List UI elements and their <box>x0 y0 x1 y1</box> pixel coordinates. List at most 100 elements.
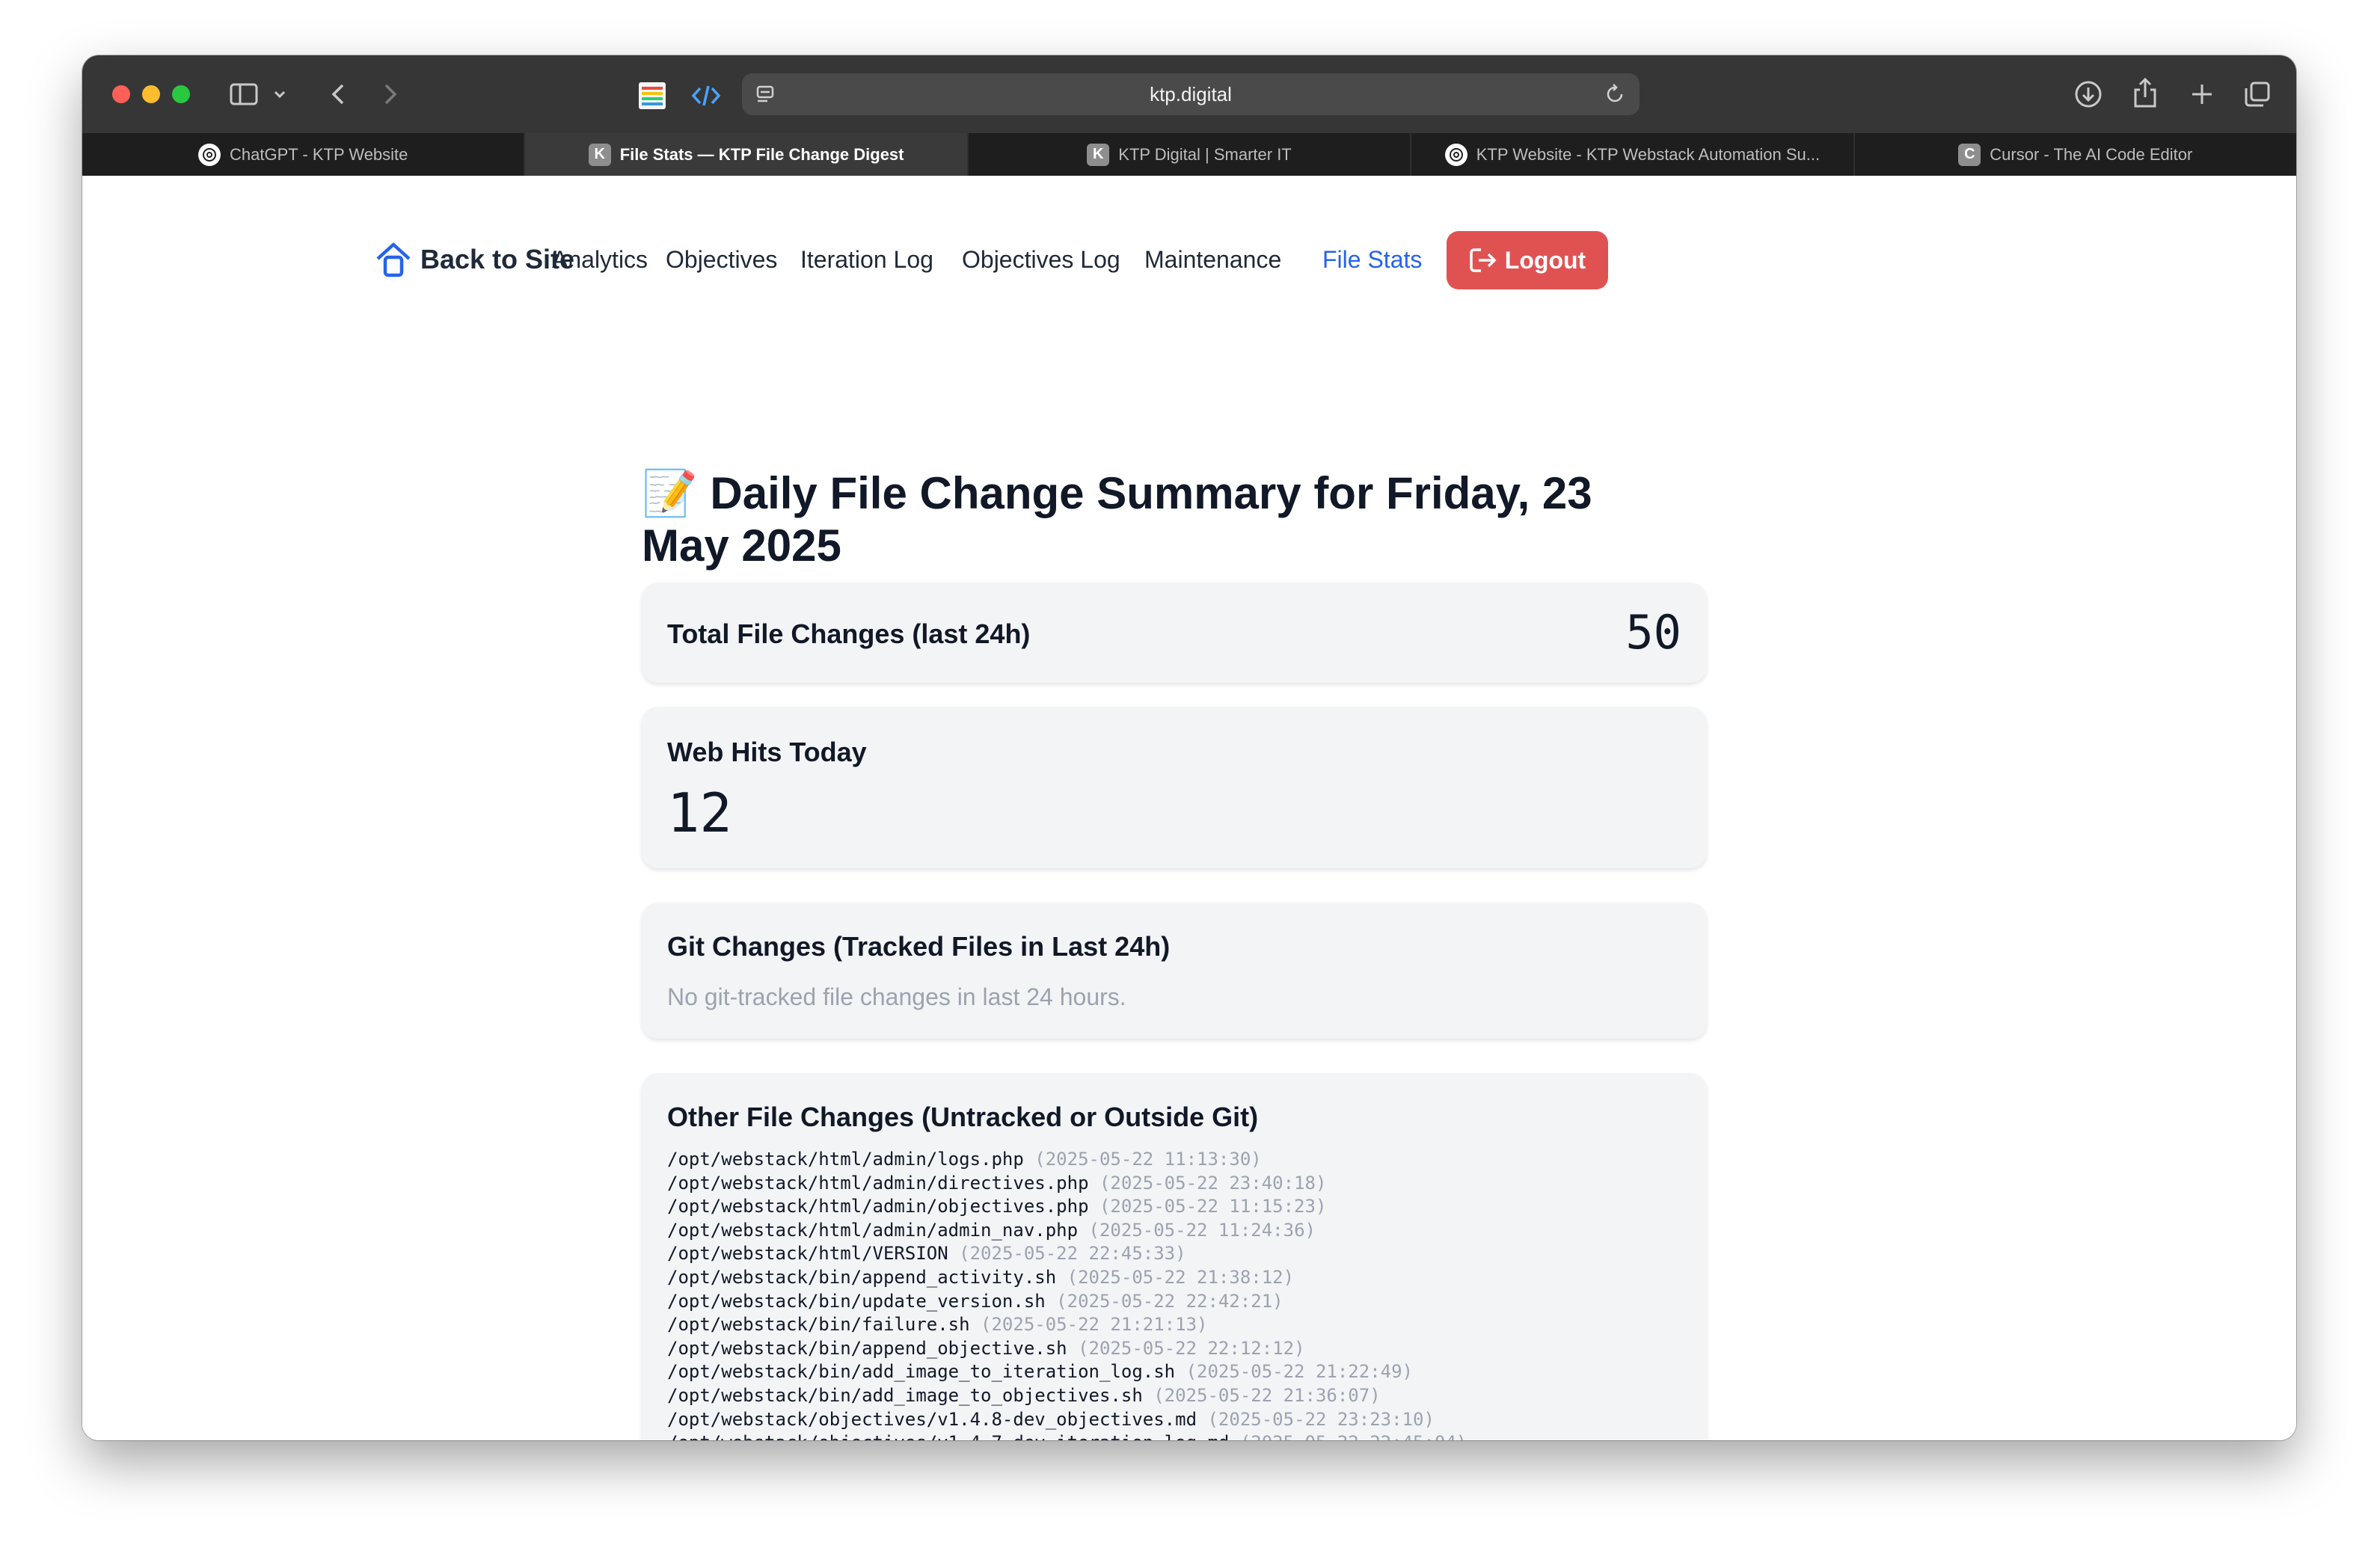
openai-icon <box>197 143 221 166</box>
other-file-changes-title: Other File Changes (Untracked or Outside… <box>667 1102 1259 1132</box>
back-to-site-link[interactable]: Back to Site <box>374 230 574 289</box>
tab-overview-icon[interactable] <box>2241 78 2274 111</box>
file-path: /opt/webstack/html/admin/logs.php <box>667 1149 1035 1170</box>
file-change-list: /opt/webstack/html/admin/logs.php (2025-… <box>667 1148 1467 1440</box>
close-window-button[interactable] <box>112 85 130 103</box>
file-change-row: /opt/webstack/objectives/v1.4.7-dev_iter… <box>667 1431 1467 1440</box>
total-file-changes-card: Total File Changes (last 24h) 50 <box>642 583 1707 683</box>
logout-button[interactable]: Logout <box>1447 231 1608 289</box>
page-title: 📝 Daily File Change Summary for Friday, … <box>642 467 1689 572</box>
downloads-icon[interactable] <box>2072 78 2105 111</box>
file-change-row: /opt/webstack/html/admin/logs.php (2025-… <box>667 1148 1467 1172</box>
tab-ktp-website[interactable]: KTP Website - KTP Webstack Automation Su… <box>1411 133 1855 176</box>
file-path: /opt/webstack/bin/failure.sh <box>667 1314 981 1336</box>
file-path: /opt/webstack/bin/append_activity.sh <box>667 1266 1067 1288</box>
git-changes-title: Git Changes (Tracked Files in Last 24h) <box>667 931 1171 962</box>
file-change-row: /opt/webstack/html/admin/directives.php … <box>667 1172 1467 1196</box>
c-favicon-icon: C <box>1958 143 1981 166</box>
minimize-window-button[interactable] <box>142 85 160 103</box>
other-file-changes-card: Other File Changes (Untracked or Outside… <box>642 1073 1707 1440</box>
file-change-row: /opt/webstack/html/admin/admin_nav.php (… <box>667 1219 1467 1243</box>
file-timestamp: (2025-05-22 21:38:12) <box>1067 1266 1295 1288</box>
file-timestamp: (2025-05-22 22:45:04) <box>1240 1432 1467 1440</box>
file-timestamp: (2025-05-22 11:24:36) <box>1088 1219 1316 1241</box>
reload-icon[interactable] <box>1604 83 1626 111</box>
file-change-row: /opt/webstack/bin/add_image_to_objective… <box>667 1384 1467 1408</box>
page-title-text: Daily File Change Summary for Friday, 23… <box>642 468 1592 571</box>
file-path: /opt/webstack/bin/append_objective.sh <box>667 1337 1079 1359</box>
file-change-row: /opt/webstack/bin/failure.sh (2025-05-22… <box>667 1313 1467 1337</box>
file-timestamp: (2025-05-22 22:45:33) <box>959 1243 1186 1265</box>
file-timestamp: (2025-05-22 23:23:10) <box>1207 1408 1435 1430</box>
file-change-row: /opt/webstack/bin/add_image_to_iteration… <box>667 1360 1467 1384</box>
page-settings-icon[interactable] <box>755 84 776 110</box>
file-timestamp: (2025-05-22 21:21:13) <box>981 1314 1208 1336</box>
tab-cursor[interactable]: C Cursor - The AI Code Editor <box>1855 133 2296 176</box>
logout-label: Logout <box>1504 246 1586 274</box>
tab-label: KTP Website - KTP Webstack Automation Su… <box>1476 144 1821 164</box>
file-change-row: /opt/webstack/bin/append_objective.sh (2… <box>667 1337 1467 1361</box>
openai-icon <box>1444 143 1467 166</box>
file-path: /opt/webstack/html/admin/admin_nav.php <box>667 1219 1089 1241</box>
back-arrow-icon[interactable] <box>323 79 353 109</box>
file-path: /opt/webstack/objectives/v1.4.8-dev_obje… <box>667 1408 1208 1430</box>
git-changes-card: Git Changes (Tracked Files in Last 24h) … <box>642 903 1707 1039</box>
home-icon <box>376 242 411 277</box>
git-changes-empty-message: No git-tracked file changes in last 24 h… <box>667 983 1126 1010</box>
file-timestamp: (2025-05-22 11:13:30) <box>1034 1149 1262 1170</box>
memo-emoji-icon: 📝 <box>642 468 698 518</box>
forward-arrow-icon[interactable] <box>375 79 405 109</box>
nav-file-stats[interactable]: File Stats <box>1322 230 1422 289</box>
nav-objectives[interactable]: Objectives <box>666 230 777 289</box>
file-timestamp: (2025-05-22 21:36:07) <box>1153 1384 1381 1406</box>
file-timestamp: (2025-05-22 21:22:49) <box>1186 1361 1413 1383</box>
tab-chatgpt[interactable]: ChatGPT - KTP Website <box>82 133 526 176</box>
file-timestamp: (2025-05-22 23:40:18) <box>1099 1172 1327 1194</box>
nav-iteration-log[interactable]: Iteration Log <box>800 230 933 289</box>
tab-label: ChatGPT - KTP Website <box>229 144 408 164</box>
page-content: Back to Site Analytics Objectives Iterat… <box>82 176 2296 1440</box>
browser-window: ktp.digital ChatGPT - KTP Website K File… <box>82 55 2296 1440</box>
file-timestamp: (2025-05-22 22:12:12) <box>1078 1337 1305 1359</box>
file-timestamp: (2025-05-22 22:42:21) <box>1056 1290 1283 1312</box>
tab-label: KTP Digital | Smarter IT <box>1118 144 1292 164</box>
tab-label: Cursor - The AI Code Editor <box>1990 144 2193 164</box>
nav-analytics[interactable]: Analytics <box>552 230 648 289</box>
file-path: /opt/webstack/bin/add_image_to_objective… <box>667 1384 1154 1406</box>
zoom-window-button[interactable] <box>172 85 190 103</box>
address-bar[interactable]: ktp.digital <box>742 73 1640 115</box>
new-tab-icon[interactable] <box>2186 78 2218 111</box>
tab-bar: ChatGPT - KTP Website K File Stats — KTP… <box>82 133 2296 176</box>
share-icon[interactable] <box>2129 75 2162 111</box>
file-path: /opt/webstack/html/admin/objectives.php <box>667 1196 1099 1217</box>
file-change-row: /opt/webstack/bin/update_version.sh (202… <box>667 1290 1467 1314</box>
web-hits-card: Web Hits Today 12 <box>642 707 1707 868</box>
file-timestamp: (2025-05-22 11:15:23) <box>1099 1196 1327 1217</box>
web-hits-value: 12 <box>667 781 732 844</box>
k-favicon-icon: K <box>588 143 611 166</box>
file-path: /opt/webstack/html/VERSION <box>667 1243 960 1265</box>
browser-toolbar: ktp.digital <box>82 55 2296 133</box>
file-change-row: /opt/webstack/objectives/v1.4.8-dev_obje… <box>667 1408 1467 1432</box>
total-file-changes-label: Total File Changes (last 24h) <box>667 618 1031 649</box>
file-path: /opt/webstack/bin/update_version.sh <box>667 1290 1057 1312</box>
file-change-row: /opt/webstack/bin/append_activity.sh (20… <box>667 1266 1467 1290</box>
nav-objectives-log[interactable]: Objectives Log <box>962 230 1120 289</box>
file-change-row: /opt/webstack/html/admin/objectives.php … <box>667 1195 1467 1219</box>
file-path: /opt/webstack/objectives/v1.4.7-dev_iter… <box>667 1432 1240 1440</box>
url-text: ktp.digital <box>1150 82 1232 105</box>
k-favicon-icon: K <box>1087 143 1110 166</box>
web-hits-label: Web Hits Today <box>667 737 867 767</box>
logout-icon <box>1470 248 1497 272</box>
file-path: /opt/webstack/html/admin/directives.php <box>667 1172 1099 1194</box>
total-file-changes-value: 50 <box>1625 605 1681 660</box>
nav-maintenance[interactable]: Maintenance <box>1144 230 1281 289</box>
tab-label: File Stats — KTP File Change Digest <box>619 144 904 164</box>
sidebar-toggle-icon[interactable] <box>229 79 259 109</box>
extension-icon[interactable] <box>636 79 669 112</box>
tab-ktp-digital[interactable]: K KTP Digital | Smarter IT <box>969 133 1412 176</box>
file-change-row: /opt/webstack/html/VERSION (2025-05-22 2… <box>667 1242 1467 1266</box>
chevron-down-icon[interactable] <box>271 84 289 105</box>
code-extension-icon[interactable] <box>690 79 723 112</box>
tab-file-stats[interactable]: K File Stats — KTP File Change Digest <box>525 133 969 176</box>
